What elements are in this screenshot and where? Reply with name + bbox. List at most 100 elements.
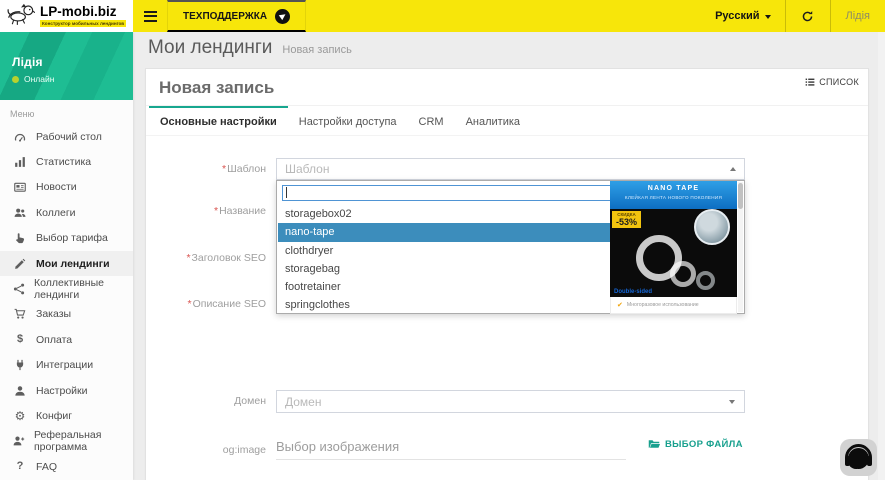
template-option[interactable]: footretainer: [278, 278, 611, 296]
list-button[interactable]: СПИСОК: [805, 77, 859, 87]
preview-header: NANO TAPE КЛЕЙКАЯ ЛЕНТА НОВОГО ПОКОЛЕНИЯ: [610, 181, 737, 209]
stats-icon: [13, 156, 27, 168]
cart-icon: [13, 308, 27, 320]
tab[interactable]: Аналитика: [455, 106, 531, 135]
template-option[interactable]: clothdryer: [278, 242, 611, 260]
template-option[interactable]: springclothes: [278, 296, 611, 314]
sidebar-item[interactable]: Коллеги: [0, 200, 133, 225]
sidebar: Лідія Онлайн Меню Рабочий стол Статистик…: [0, 32, 133, 480]
tab-bar: Основные настройки Настройки доступа CRM…: [146, 106, 868, 136]
template-select[interactable]: Шаблон: [276, 158, 745, 180]
content-area: Мои лендинги Новая запись Новая запись С…: [133, 32, 885, 480]
template-option[interactable]: nano-tape: [278, 223, 611, 241]
profile-name: Лідія: [12, 55, 133, 69]
language-dropdown[interactable]: Русский: [701, 10, 784, 22]
seo-description-label: Описание SEO: [146, 298, 266, 310]
preview-footer: ✔ Многоразовое использование: [610, 297, 737, 314]
sidebar-item-label: Настройки: [36, 385, 88, 397]
sidebar-item[interactable]: Настройки: [0, 378, 133, 403]
header-username[interactable]: Лідія: [831, 10, 885, 22]
user-plus-icon: [13, 435, 25, 447]
sidebar-item[interactable]: $ Оплата: [0, 327, 133, 352]
support-button[interactable]: ТЕХПОДДЕРЖКА: [167, 0, 306, 32]
list-icon: [805, 77, 815, 87]
sidebar-item-label: Конфиг: [36, 410, 72, 422]
sidebar-item-label: Статистика: [36, 156, 91, 168]
tab[interactable]: Основные настройки: [149, 106, 288, 135]
template-option[interactable]: storagebag: [278, 260, 611, 278]
choose-file-label: ВЫБОР ФАЙЛА: [665, 439, 743, 450]
tab[interactable]: CRM: [408, 106, 455, 135]
question-icon: ?: [13, 461, 27, 472]
dropdown-scrollbar-thumb[interactable]: [738, 183, 743, 209]
template-label: Шаблон: [146, 163, 266, 175]
template-option-label: storagebag: [285, 263, 340, 275]
preview-product-area: СКИДКА -53% Double-sided: [610, 209, 737, 297]
sidebar-item-label: Выбор тарифа: [36, 232, 108, 244]
sidebar-item[interactable]: Коллективные лендинги: [0, 276, 133, 301]
share-icon: [13, 283, 25, 295]
template-search-input[interactable]: [282, 185, 611, 201]
template-option-list: storagebox02 nano-tape clothdryer storag…: [278, 205, 611, 315]
sidebar-item-label: Интеграции: [36, 359, 93, 371]
language-label: Русский: [715, 10, 759, 22]
support-label: ТЕХПОДДЕРЖКА: [183, 11, 267, 22]
sidebar-item[interactable]: Статистика: [0, 149, 133, 174]
online-status-icon: [12, 76, 19, 83]
discount-badge: СКИДКА -53%: [612, 211, 641, 228]
sidebar-item[interactable]: ? FAQ: [0, 454, 133, 479]
plug-icon: [13, 359, 27, 371]
sidebar-item-label: FAQ: [36, 461, 57, 473]
profile-banner: Лідія Онлайн: [0, 32, 133, 100]
template-dropdown: storagebox02 nano-tape clothdryer storag…: [276, 180, 745, 314]
sidebar-item[interactable]: ⚙ Конфиг: [0, 403, 133, 428]
sidebar-item-label: Заказы: [36, 308, 71, 320]
og-image-input[interactable]: [276, 434, 626, 460]
tab-label: Основные настройки: [160, 116, 277, 128]
og-image-label: og:image: [146, 444, 266, 456]
sidebar-toggle-button[interactable]: [133, 0, 167, 32]
choose-file-button[interactable]: ВЫБОР ФАЙЛА: [648, 438, 743, 450]
sidebar-item[interactable]: Мои лендинги: [0, 251, 133, 276]
logo[interactable]: LP-mobi.biz Конструктор мобильных лендин…: [0, 0, 133, 32]
sidebar-item[interactable]: Рабочий стол: [0, 124, 133, 149]
user-icon: [13, 385, 27, 397]
menu-section-label: Меню: [10, 109, 133, 119]
logo-title: LP-mobi.biz: [40, 5, 126, 19]
tab[interactable]: Настройки доступа: [288, 106, 408, 135]
page-scrollbar[interactable]: [878, 32, 885, 480]
domain-select-placeholder: Домен: [285, 395, 322, 409]
page-title: Мои лендинги: [148, 37, 272, 59]
sidebar-item-label: Реферальная программа: [34, 429, 133, 453]
sidebar-item[interactable]: Интеграции: [0, 353, 133, 378]
refresh-button[interactable]: [786, 0, 830, 32]
app-window: LP-mobi.biz Конструктор мобильных лендин…: [0, 0, 885, 480]
sidebar-item[interactable]: Выбор тарифа: [0, 226, 133, 251]
template-option-label: storagebox02: [285, 208, 352, 220]
folder-icon: [648, 438, 660, 450]
template-option-label: footretainer: [285, 281, 341, 293]
preview-inset-photo: [694, 209, 730, 245]
tab-label: Аналитика: [466, 116, 520, 128]
sidebar-item-label: Мои лендинги: [36, 258, 110, 270]
preview-caption: Double-sided: [614, 289, 652, 295]
domain-select[interactable]: Домен: [276, 390, 745, 413]
template-option[interactable]: storagebox02: [278, 205, 611, 223]
telegram-icon: [275, 9, 290, 24]
sidebar-menu: Рабочий стол Статистика Новости Коллеги: [0, 124, 133, 479]
template-option-label: nano-tape: [285, 226, 335, 238]
breadcrumb-current: Новая запись: [282, 44, 351, 56]
list-button-label: СПИСОК: [819, 77, 859, 87]
sidebar-item[interactable]: Новости: [0, 175, 133, 200]
logo-subtitle: Конструктор мобильных лендингов: [40, 20, 126, 27]
preview-note: Многоразовое использование: [627, 302, 699, 308]
refresh-icon: [801, 10, 814, 23]
sidebar-item-label: Новости: [36, 181, 77, 193]
preview-subtitle: КЛЕЙКАЯ ЛЕНТА НОВОГО ПОКОЛЕНИЯ: [610, 195, 737, 200]
dropdown-scrollbar[interactable]: [738, 182, 743, 312]
tape-roll-small: [696, 271, 715, 290]
support-chat-widget[interactable]: [840, 439, 877, 476]
gears-icon: ⚙: [13, 410, 27, 422]
sidebar-item[interactable]: Реферальная программа: [0, 429, 133, 454]
sidebar-item[interactable]: Заказы: [0, 302, 133, 327]
